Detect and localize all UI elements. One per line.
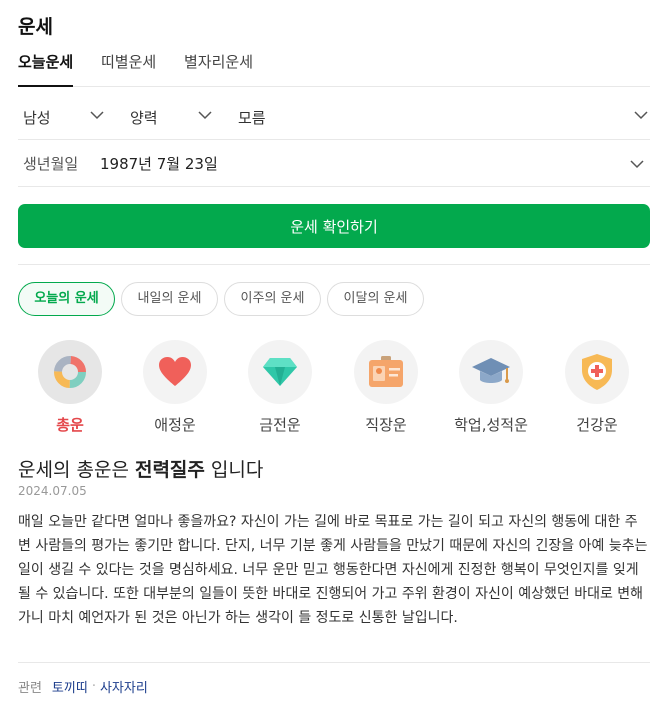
category-overall[interactable]: 총운 xyxy=(24,340,116,435)
page-title: 운세 xyxy=(18,16,53,38)
graduation-cap-icon xyxy=(472,358,510,383)
period-tomorrow[interactable]: 내일의 운세 xyxy=(121,282,218,316)
birthdate-select[interactable]: 생년월일 1987년 7월 23일 xyxy=(18,141,650,187)
category-career[interactable]: 직장운 xyxy=(340,340,432,435)
calendar-value: 양력 xyxy=(130,108,158,127)
category-health[interactable]: 건강운 xyxy=(551,340,643,435)
birthdate-label: 생년월일 xyxy=(23,155,79,173)
health-shield-icon xyxy=(582,354,612,390)
category-icon-circle xyxy=(143,340,207,404)
gender-value: 남성 xyxy=(23,108,51,127)
category-label: 애정운 xyxy=(154,416,196,434)
separator-dot: · xyxy=(91,679,96,694)
birth-time-select[interactable]: 모름 xyxy=(238,94,650,140)
related-link-rabbit[interactable]: 토끼띠 xyxy=(52,677,88,696)
related-link-leo[interactable]: 사자자리 xyxy=(100,677,148,696)
category-icon-circle xyxy=(459,340,523,404)
check-fortune-button[interactable]: 운세 확인하기 xyxy=(18,204,650,248)
birth-time-value: 모름 xyxy=(238,108,266,127)
fortune-headline: 운세의 총운은 전력질주 입니다 xyxy=(18,455,263,482)
birthdate-value: 1987년 7월 23일 xyxy=(100,155,218,173)
section-divider xyxy=(18,264,650,265)
selector-row: 남성 양력 모름 xyxy=(18,94,650,140)
category-money[interactable]: 금전운 xyxy=(234,340,326,435)
category-icon-circle xyxy=(565,340,629,404)
period-this-month[interactable]: 이달의 운세 xyxy=(327,282,424,316)
section-divider xyxy=(18,662,650,663)
category-label: 총운 xyxy=(56,416,84,434)
related-label: 관련 xyxy=(18,681,42,696)
category-icon-circle xyxy=(248,340,312,404)
fortune-text: 매일 오늘만 같다면 얼마나 좋을까요? 자신이 가는 길에 바로 목표로 가는… xyxy=(18,514,648,626)
chevron-down-icon xyxy=(634,111,648,120)
fortune-date: 2024.07.05 xyxy=(18,484,87,498)
category-love[interactable]: 애정운 xyxy=(129,340,221,435)
chevron-down-icon xyxy=(90,111,104,120)
tab-constellation-fortune[interactable]: 별자리운세 xyxy=(184,51,253,87)
fortune-type-tabs: 오늘운세 띠별운세 별자리운세 xyxy=(18,51,650,87)
gender-select[interactable]: 남성 xyxy=(23,94,106,140)
tab-today-fortune[interactable]: 오늘운세 xyxy=(18,51,74,87)
category-label: 학업,성적운 xyxy=(454,416,528,434)
category-study[interactable]: 학업,성적운 xyxy=(445,340,537,435)
category-label: 금전운 xyxy=(259,416,301,434)
category-icon-circle xyxy=(354,340,418,404)
chevron-down-icon xyxy=(630,160,644,169)
chevron-down-icon xyxy=(198,111,212,120)
headline-keyword: 전력질주 xyxy=(134,459,205,481)
id-badge-icon xyxy=(369,356,403,387)
calendar-select[interactable]: 양력 xyxy=(130,94,214,140)
period-today[interactable]: 오늘의 운세 xyxy=(18,282,115,316)
gem-icon xyxy=(263,358,297,386)
headline-suffix: 입니다 xyxy=(204,459,264,481)
headline-prefix: 운세의 총운은 xyxy=(18,459,135,481)
related-links: 관련 토끼띠 · 사자자리 xyxy=(18,677,148,696)
overall-donut-icon xyxy=(54,356,86,388)
tab-zodiac-animal-fortune[interactable]: 띠별운세 xyxy=(101,51,156,87)
category-label: 직장운 xyxy=(365,416,407,434)
period-this-week[interactable]: 이주의 운세 xyxy=(224,282,321,316)
heart-icon xyxy=(159,357,191,386)
category-icon-circle xyxy=(38,340,102,404)
category-label: 건강운 xyxy=(576,416,618,434)
